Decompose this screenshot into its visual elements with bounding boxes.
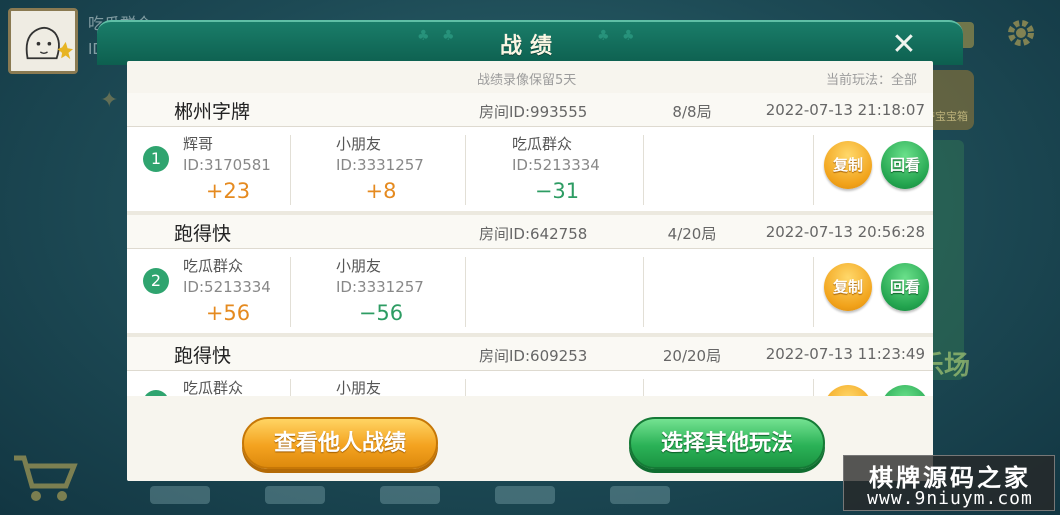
record-header: 跑得快 房间ID:642758 4/20局 2022-07-13 20:56:2… bbox=[127, 215, 933, 249]
current-mode-label[interactable]: 当前玩法：全部 bbox=[826, 69, 917, 88]
player-id: ID:3331257 bbox=[336, 156, 424, 174]
room-id: 房间ID:993555 bbox=[479, 103, 588, 121]
copy-button[interactable]: 复制 bbox=[824, 263, 872, 311]
game-name: 跑得快 bbox=[174, 345, 232, 367]
player-id: ID:3170581 bbox=[183, 156, 271, 174]
view-others-button[interactable]: 查看他人战绩 bbox=[242, 417, 438, 469]
player-name: 小朋友 bbox=[336, 379, 382, 396]
column-divider bbox=[290, 135, 291, 205]
player-cell: 辉哥 ID:3170581 +23 bbox=[183, 133, 343, 205]
records-list[interactable]: 郴州字牌 房间ID:993555 8/8局 2022-07-13 21:18:0… bbox=[127, 93, 933, 396]
record-index-badge: 2 bbox=[143, 268, 169, 294]
records-dialog: ♣ ♣ ♣ ♣ 战绩 ✕ 战绩录像保留5天 当前玩法：全部 郴州字牌 房间ID:… bbox=[97, 20, 963, 492]
watermark-url: www.9niuym.com bbox=[867, 488, 1033, 509]
replay-button[interactable]: 回看 bbox=[881, 263, 929, 311]
replay-button[interactable]: 回看 bbox=[881, 141, 929, 189]
dialog-footer: 查看他人战绩 选择其他玩法 bbox=[127, 396, 933, 481]
player-cell: 吃瓜群众 ID:5213334 −31 bbox=[512, 133, 672, 205]
gear-icon[interactable] bbox=[1004, 16, 1038, 50]
record-time: 2022-07-13 21:18:07 bbox=[765, 101, 925, 119]
record-header: 郴州字牌 房间ID:993555 8/8局 2022-07-13 21:18:0… bbox=[127, 93, 933, 127]
column-divider bbox=[290, 257, 291, 327]
room-id: 房间ID:642758 bbox=[479, 225, 588, 243]
record-index-badge: 1 bbox=[143, 146, 169, 172]
dialog-title: 战绩 bbox=[499, 34, 560, 59]
dialog-header: ♣ ♣ ♣ ♣ 战绩 ✕ bbox=[97, 20, 963, 65]
close-icon[interactable]: ✕ bbox=[889, 30, 919, 61]
player-score: −31 bbox=[534, 179, 580, 203]
round-count: 20/20局 bbox=[662, 347, 722, 365]
column-divider bbox=[813, 379, 814, 396]
player-name: 吃瓜群众 bbox=[183, 379, 244, 396]
record-item: 跑得快 房间ID:609253 20/20局 2022-07-13 11:23:… bbox=[127, 337, 933, 396]
player-cell: 小朋友 ID:3331257 +8 bbox=[336, 133, 496, 205]
column-divider bbox=[465, 257, 466, 327]
cart-icon[interactable] bbox=[10, 450, 80, 505]
column-divider bbox=[465, 379, 466, 396]
player-score: +56 bbox=[205, 301, 251, 325]
player-name: 吃瓜群众 bbox=[512, 135, 573, 153]
player-name: 辉哥 bbox=[183, 135, 214, 153]
record-header: 跑得快 房间ID:609253 20/20局 2022-07-13 11:23:… bbox=[127, 337, 933, 371]
player-id: ID:5213334 bbox=[512, 156, 600, 174]
player-cell: 吃瓜群众 ID:5213334 +56 bbox=[183, 255, 343, 327]
copy-button[interactable]: 复制 bbox=[824, 385, 872, 396]
record-body: 2 吃瓜群众 ID:5213334 +56 小朋友 ID:3331257 −56 bbox=[127, 249, 933, 339]
column-divider bbox=[465, 135, 466, 205]
player-name: 小朋友 bbox=[336, 257, 382, 275]
record-item: 郴州字牌 房间ID:993555 8/8局 2022-07-13 21:18:0… bbox=[127, 93, 933, 217]
player-cell: 吃瓜群众 bbox=[183, 377, 343, 396]
player-cell: 小朋友 ID:3331257 −56 bbox=[336, 255, 496, 327]
round-count: 4/20局 bbox=[667, 225, 717, 243]
game-name: 郴州字牌 bbox=[174, 101, 251, 123]
replay-button[interactable]: 回看 bbox=[881, 385, 929, 396]
column-divider bbox=[643, 379, 644, 396]
player-score: −56 bbox=[358, 301, 404, 325]
select-mode-button[interactable]: 选择其他玩法 bbox=[629, 417, 825, 469]
column-divider bbox=[290, 379, 291, 396]
record-body: 3 吃瓜群众 小朋友 复制 回看 bbox=[127, 371, 933, 396]
record-time: 2022-07-13 20:56:28 bbox=[765, 223, 925, 241]
copy-button[interactable]: 复制 bbox=[824, 141, 872, 189]
game-name: 跑得快 bbox=[174, 223, 232, 245]
player-id: ID:3331257 bbox=[336, 278, 424, 296]
player-name: 小朋友 bbox=[336, 135, 382, 153]
round-count: 8/8局 bbox=[672, 103, 712, 121]
column-divider bbox=[813, 257, 814, 327]
dialog-body: 战绩录像保留5天 当前玩法：全部 郴州字牌 房间ID:993555 8/8局 2… bbox=[127, 61, 933, 481]
player-name: 吃瓜群众 bbox=[183, 257, 244, 275]
record-body: 1 辉哥 ID:3170581 +23 小朋友 ID:3331257 +8 吃瓜… bbox=[127, 127, 933, 217]
column-divider bbox=[643, 135, 644, 205]
avatar[interactable] bbox=[8, 8, 78, 74]
player-cell: 小朋友 bbox=[336, 377, 496, 396]
column-divider bbox=[813, 135, 814, 205]
player-id: ID:5213334 bbox=[183, 278, 271, 296]
player-score: +8 bbox=[365, 179, 397, 203]
column-divider bbox=[643, 257, 644, 327]
retention-note: 战绩录像保留5天 bbox=[477, 73, 577, 88]
record-item: 跑得快 房间ID:642758 4/20局 2022-07-13 20:56:2… bbox=[127, 215, 933, 339]
watermark: 棋牌源码之家 www.9niuym.com bbox=[843, 455, 1055, 511]
record-time: 2022-07-13 11:23:49 bbox=[765, 345, 925, 363]
player-score: +23 bbox=[205, 179, 251, 203]
room-id: 房间ID:609253 bbox=[479, 347, 588, 365]
